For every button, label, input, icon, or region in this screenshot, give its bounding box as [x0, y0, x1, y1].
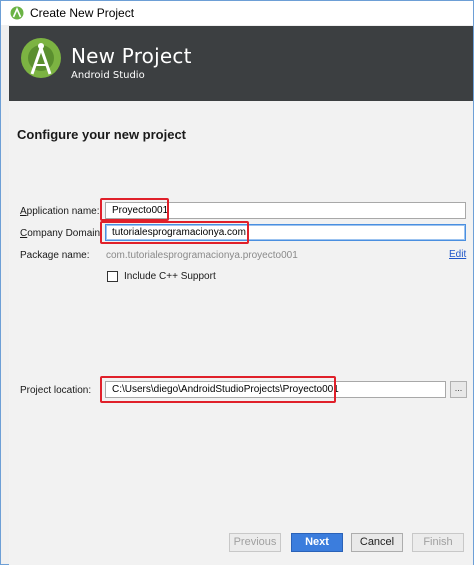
- edit-package-link[interactable]: Edit: [449, 249, 466, 260]
- include-cpp-checkbox[interactable]: [107, 271, 118, 282]
- android-studio-logo-icon: [21, 38, 61, 78]
- form-panel: Configure your new project Application n…: [9, 101, 473, 521]
- title-bar: Create New Project: [1, 1, 473, 25]
- project-location-label: Project location:: [20, 385, 92, 396]
- browse-button[interactable]: ...: [450, 381, 467, 398]
- previous-button[interactable]: Previous: [229, 533, 281, 552]
- wizard-header: New Project Android Studio: [9, 26, 473, 101]
- cancel-button[interactable]: Cancel: [351, 533, 403, 552]
- company-domain-label: Company Domain:: [20, 228, 103, 239]
- android-studio-icon: [10, 6, 24, 20]
- finish-button[interactable]: Finish: [412, 533, 464, 552]
- next-button[interactable]: Next: [291, 533, 343, 552]
- create-project-window: Create New Project New Project Android S…: [0, 0, 474, 565]
- company-domain-input[interactable]: tutorialesprogramacionya.com: [105, 224, 466, 241]
- header-subtitle: Android Studio: [71, 70, 145, 81]
- package-name-label: Package name:: [20, 250, 90, 261]
- package-name-value: com.tutorialesprogramacionya.proyecto001: [106, 250, 298, 261]
- button-bar: Previous Next Cancel Finish: [9, 521, 473, 565]
- include-cpp-label: Include C++ Support: [124, 271, 216, 282]
- window-title: Create New Project: [30, 6, 135, 20]
- project-location-input[interactable]: C:\Users\diego\AndroidStudioProjects\Pro…: [105, 381, 446, 398]
- app-name-input[interactable]: Proyecto001: [105, 202, 466, 219]
- app-name-label: Application name:: [20, 206, 100, 217]
- section-title: Configure your new project: [17, 127, 187, 142]
- header-title: New Project: [71, 44, 192, 68]
